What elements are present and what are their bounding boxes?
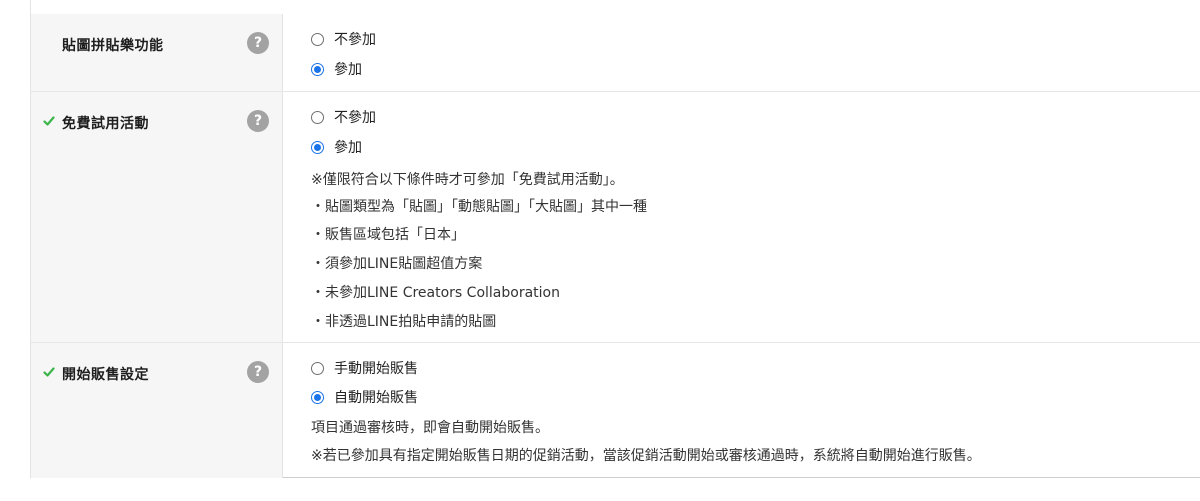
eligibility-item: ・須參加LINE貼圖超值方案 [311,256,483,272]
row-sticker-collage: 貼圖拼貼樂功能 ? 不參加 參加 [31,14,1200,91]
eligibility-item: ・貼圖類型為「貼圖」「動態貼圖」「大貼圖」其中一種 [311,199,647,215]
radio-label: 不參加 [334,110,376,126]
radio-label: 自動開始販售 [334,390,418,406]
radio-button[interactable] [311,361,324,375]
row-label: 免費試用活動 [62,116,149,132]
radio-label: 不參加 [334,32,376,48]
radio-label: 手動開始販售 [334,361,418,377]
radio-button[interactable] [311,110,324,124]
label-cell: 貼圖拼貼樂功能 ? [31,14,283,91]
row-label: 開始販售設定 [62,367,149,383]
radio-option-not-participate[interactable]: 不參加 [311,28,376,50]
radio-button[interactable] [311,32,324,46]
eligibility-item: ・販售區域包括「日本」 [311,227,465,243]
eligibility-item: ・未參加LINE Creators Collaboration [311,285,560,301]
radio-button[interactable] [311,140,324,154]
radio-option-not-participate[interactable]: 不參加 [311,106,376,128]
radio-label: 參加 [334,62,362,78]
label-cell: 開始販售設定 ? [31,343,283,478]
settings-table: 貼圖拼貼樂功能 ? 不參加 參加 免費試用活動 ? 不參加 參加 ※僅限符合以下… [30,0,1200,478]
label-cell: 免費試用活動 ? [31,92,283,342]
radio-option-auto-start[interactable]: 自動開始販售 [311,386,418,408]
radio-button[interactable] [311,62,324,76]
promotion-note: ※若已參加具有指定開始販售日期的促銷活動，當該促銷活動開始或審核通過時，系統將自… [311,448,981,464]
radio-button[interactable] [311,390,324,404]
radio-option-participate[interactable]: 參加 [311,58,362,80]
row-label: 貼圖拼貼樂功能 [62,38,164,54]
eligibility-item: ・非透過LINE拍貼申請的貼圖 [311,314,497,330]
row-free-trial: 免費試用活動 ? 不參加 參加 ※僅限符合以下條件時才可參加「免費試用活動」。 … [31,91,1200,342]
help-icon[interactable]: ? [247,110,269,132]
auto-start-note: 項目通過審核時，即會自動開始販售。 [311,420,549,436]
row-sales-start-setting: 開始販售設定 ? 手動開始販售 自動開始販售 項目通過審核時，即會自動開始販售。… [31,342,1200,478]
radio-label: 參加 [334,140,362,156]
check-icon [43,367,55,377]
help-icon[interactable]: ? [247,361,269,383]
radio-option-participate[interactable]: 參加 [311,136,362,158]
check-icon [43,116,55,126]
help-icon[interactable]: ? [247,32,269,54]
radio-option-manual-start[interactable]: 手動開始販售 [311,357,418,379]
eligibility-note: ※僅限符合以下條件時才可參加「免費試用活動」。 [311,172,624,188]
